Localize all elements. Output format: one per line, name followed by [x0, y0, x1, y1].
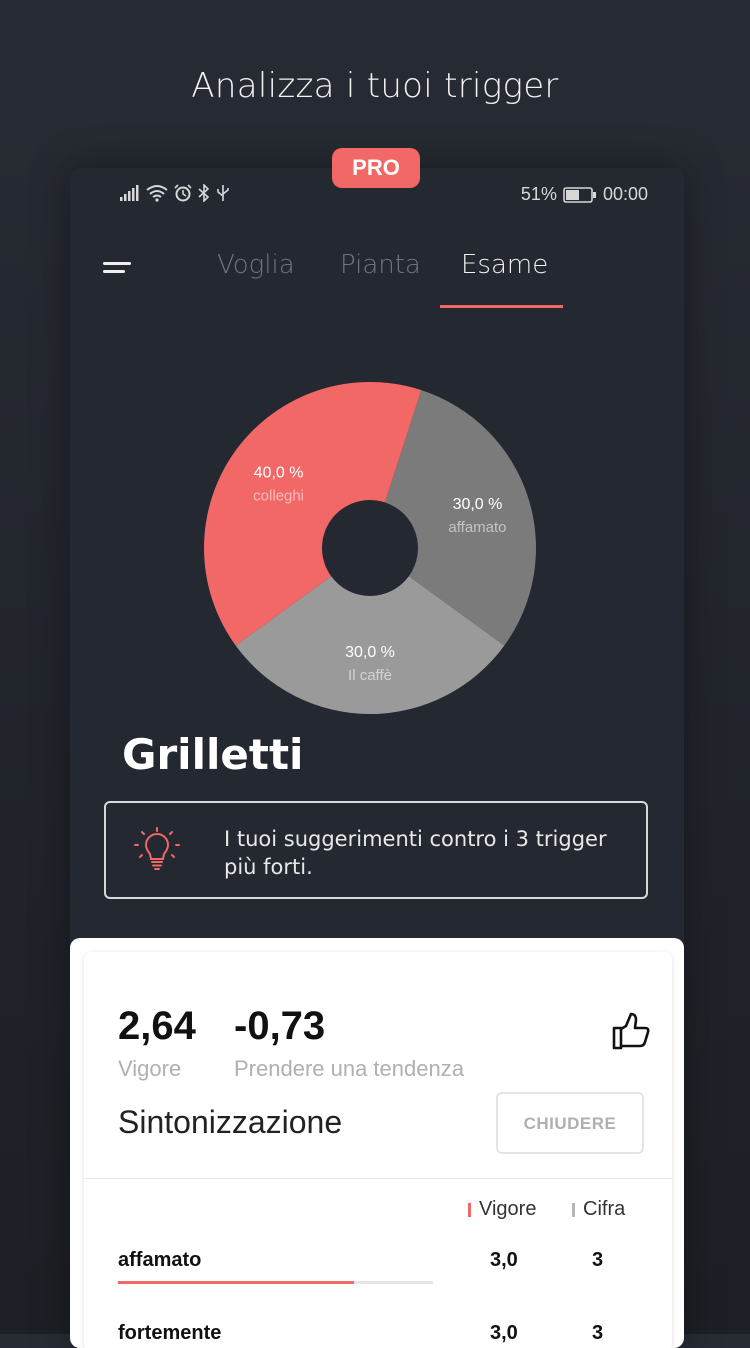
pro-badge: PRO [332, 148, 420, 188]
tab-pianta[interactable]: Pianta [340, 250, 421, 280]
table-row-vigore: 3,0 [490, 1249, 518, 1271]
phone-frame: 51% 00:00 Voglia Pianta Esame 30,0 % affa… [70, 168, 684, 1348]
column-header-vigore-label: Vigore [479, 1198, 537, 1220]
vigore-label: Vigore [118, 1056, 182, 1081]
alarm-icon [174, 184, 192, 202]
tip-text: I tuoi suggerimenti contro i 3 trigger p… [224, 827, 607, 879]
table-row-bar [118, 1281, 433, 1284]
donut-percent-label: 40,0 % [254, 465, 304, 482]
table-row-name: affamato [118, 1249, 202, 1271]
table-row-cifra: 3 [592, 1249, 604, 1271]
close-button[interactable]: CHIUDERE [496, 1092, 644, 1154]
clock: 00:00 [602, 184, 648, 204]
donut-percent-label: 30,0 % [453, 496, 503, 513]
column-header-vigore: Vigore [468, 1198, 536, 1221]
wifi-icon [146, 185, 168, 202]
donut-category-label: affamato [448, 519, 506, 536]
donut-percent-label: 30,0 % [345, 644, 395, 661]
column-header-cifra-label: Cifra [583, 1198, 626, 1220]
section-title: Grilletti [122, 730, 304, 779]
tab-bar: Voglia Pianta Esame [195, 250, 615, 310]
lightbulb-icon [134, 827, 180, 870]
donut-category-label: Il caffè [348, 667, 392, 684]
tuning-card: 2,64 Vigore -0,73 Prendere una tendenza … [70, 938, 684, 1348]
battery-icon [563, 186, 596, 203]
card-title: Sintonizzazione [118, 1104, 343, 1140]
column-header-cifra: Cifra [572, 1198, 625, 1221]
vigore-value: 2,64 [118, 1004, 196, 1048]
page-headline: Analizza i tuoi trigger [191, 66, 559, 106]
active-tab-indicator [440, 305, 563, 308]
tab-esame[interactable]: Esame [461, 250, 548, 280]
tuning-card-inner: 2,64 Vigore -0,73 Prendere una tendenza … [84, 952, 672, 1348]
trend-value: -0,73 [234, 1004, 326, 1048]
vigore-legend-mark [468, 1202, 471, 1217]
bluetooth-icon [198, 184, 210, 202]
menu-icon[interactable] [103, 260, 133, 280]
table-row-bar-fill [118, 1281, 355, 1284]
usb-icon [217, 185, 229, 201]
cifra-legend-mark [572, 1202, 575, 1217]
tab-voglia[interactable]: Voglia [217, 250, 295, 280]
trigger-donut-chart: 30,0 % affamato 30,0 % Il caffè 40,0 % colleg… [204, 382, 536, 714]
thumbs-up-icon[interactable] [610, 1010, 652, 1052]
signal-icon [120, 185, 139, 201]
donut-category-label: colleghi [253, 488, 304, 505]
card-divider [84, 1178, 672, 1179]
battery-percent: 51% [520, 184, 557, 204]
trend-label: Prendere una tendenza [234, 1056, 464, 1081]
tip-box[interactable]: I tuoi suggerimenti contro i 3 trigger p… [104, 801, 648, 899]
